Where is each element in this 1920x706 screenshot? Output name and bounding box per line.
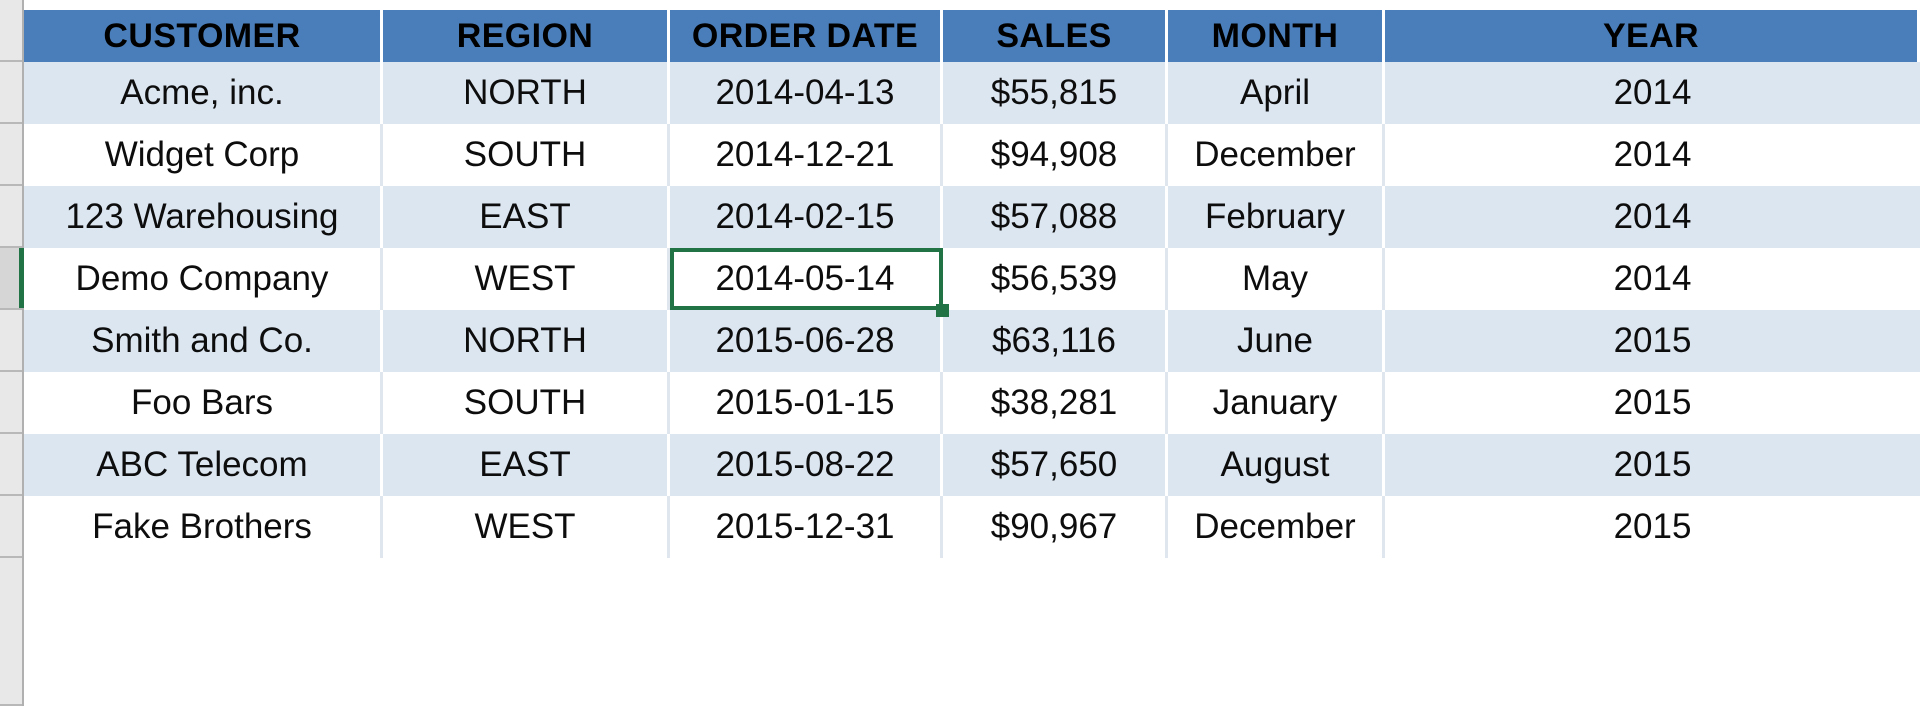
table-row[interactable]: Acme, inc. NORTH 2014-04-13 $55,815 April 201… bbox=[24, 62, 1920, 124]
cell-region[interactable]: WEST bbox=[383, 496, 670, 558]
cell-order_date[interactable]: 2014-04-13 bbox=[670, 62, 943, 124]
cell-sales[interactable]: $57,650 bbox=[943, 434, 1168, 496]
table-row[interactable]: 123 Warehousing EAST 2014-02-15 $57,088 Febr… bbox=[24, 186, 1920, 248]
table-header-row: CUSTOMER REGION ORDER DATE SALES MONTH YEAR bbox=[24, 10, 1920, 62]
cell-order_date[interactable]: 2014-05-14 bbox=[670, 248, 943, 310]
cell-year[interactable]: 2015 bbox=[1385, 310, 1920, 372]
cell-region[interactable]: NORTH bbox=[383, 310, 670, 372]
cell-region[interactable]: EAST bbox=[383, 186, 670, 248]
column-header-sales[interactable]: SALES bbox=[943, 10, 1168, 62]
cell-month[interactable]: December bbox=[1168, 124, 1385, 186]
row-header-4[interactable] bbox=[0, 248, 24, 310]
cell-sales[interactable]: $57,088 bbox=[943, 186, 1168, 248]
cell-customer[interactable]: Demo Company bbox=[24, 248, 383, 310]
cell-month[interactable]: April bbox=[1168, 62, 1385, 124]
cell-order_date[interactable]: 2015-01-15 bbox=[670, 372, 943, 434]
cell-customer[interactable]: ABC Telecom bbox=[24, 434, 383, 496]
cell-sales[interactable]: $94,908 bbox=[943, 124, 1168, 186]
cell-year[interactable]: 2014 bbox=[1385, 186, 1920, 248]
cell-sales[interactable]: $55,815 bbox=[943, 62, 1168, 124]
cell-order_date[interactable]: 2015-08-22 bbox=[670, 434, 943, 496]
table-row[interactable]: Demo Company WEST 2014-05-14 $56,539 May 2014 bbox=[24, 248, 1920, 310]
table-row[interactable]: Fake Brothers WEST 2015-12-31 $90,967 Decemb… bbox=[24, 496, 1920, 558]
row-header-5[interactable] bbox=[0, 310, 22, 372]
sheet-data-area[interactable]: CUSTOMER REGION ORDER DATE SALES MONTH YEAR Ac… bbox=[24, 0, 1920, 706]
table-row[interactable]: Widget Corp SOUTH 2014-12-21 $94,908 Decembe… bbox=[24, 124, 1920, 186]
cell-year[interactable]: 2015 bbox=[1385, 496, 1920, 558]
cell-order_date[interactable]: 2015-12-31 bbox=[670, 496, 943, 558]
spreadsheet-grid[interactable]: CUSTOMER REGION ORDER DATE SALES MONTH YEAR Ac… bbox=[0, 0, 1920, 706]
column-header-customer[interactable]: CUSTOMER bbox=[24, 10, 383, 62]
cell-region[interactable]: EAST bbox=[383, 434, 670, 496]
cell-month[interactable]: February bbox=[1168, 186, 1385, 248]
column-header-order_date[interactable]: ORDER DATE bbox=[670, 10, 943, 62]
cell-region[interactable]: NORTH bbox=[383, 62, 670, 124]
table-row[interactable]: ABC Telecom EAST 2015-08-22 $57,650 August 20… bbox=[24, 434, 1920, 496]
cell-year[interactable]: 2014 bbox=[1385, 124, 1920, 186]
column-header-region[interactable]: REGION bbox=[383, 10, 670, 62]
column-header-year[interactable]: YEAR bbox=[1385, 10, 1920, 62]
cell-sales[interactable]: $38,281 bbox=[943, 372, 1168, 434]
cell-region[interactable]: SOUTH bbox=[383, 372, 670, 434]
row-header-7[interactable] bbox=[0, 434, 22, 496]
cell-year[interactable]: 2015 bbox=[1385, 372, 1920, 434]
cell-order_date[interactable]: 2014-02-15 bbox=[670, 186, 943, 248]
cell-customer[interactable]: Foo Bars bbox=[24, 372, 383, 434]
row-header-6[interactable] bbox=[0, 372, 22, 434]
cell-customer[interactable]: Acme, inc. bbox=[24, 62, 383, 124]
row-header-1[interactable] bbox=[0, 62, 22, 124]
cell-customer[interactable]: Fake Brothers bbox=[24, 496, 383, 558]
row-header-headerrow[interactable] bbox=[0, 0, 22, 62]
cell-sales[interactable]: $56,539 bbox=[943, 248, 1168, 310]
cell-month[interactable]: December bbox=[1168, 496, 1385, 558]
cell-month[interactable]: June bbox=[1168, 310, 1385, 372]
cell-sales[interactable]: $90,967 bbox=[943, 496, 1168, 558]
cell-order_date[interactable]: 2014-12-21 bbox=[670, 124, 943, 186]
row-header-3[interactable] bbox=[0, 186, 22, 248]
cell-customer[interactable]: Widget Corp bbox=[24, 124, 383, 186]
table-row[interactable]: Foo Bars SOUTH 2015-01-15 $38,281 January 201… bbox=[24, 372, 1920, 434]
table-row[interactable]: Smith and Co. NORTH 2015-06-28 $63,116 June 2… bbox=[24, 310, 1920, 372]
row-header-8[interactable] bbox=[0, 496, 22, 558]
column-header-month[interactable]: MONTH bbox=[1168, 10, 1385, 62]
empty-sheet-area[interactable] bbox=[24, 558, 1920, 706]
cell-year[interactable]: 2014 bbox=[1385, 62, 1920, 124]
cell-month[interactable]: May bbox=[1168, 248, 1385, 310]
row-header-gutter[interactable] bbox=[0, 0, 24, 706]
cell-order_date[interactable]: 2015-06-28 bbox=[670, 310, 943, 372]
cell-region[interactable]: WEST bbox=[383, 248, 670, 310]
cell-month[interactable]: August bbox=[1168, 434, 1385, 496]
cell-customer[interactable]: 123 Warehousing bbox=[24, 186, 383, 248]
cell-sales[interactable]: $63,116 bbox=[943, 310, 1168, 372]
cell-month[interactable]: January bbox=[1168, 372, 1385, 434]
row-header-2[interactable] bbox=[0, 124, 22, 186]
cell-year[interactable]: 2015 bbox=[1385, 434, 1920, 496]
cell-customer[interactable]: Smith and Co. bbox=[24, 310, 383, 372]
fill-handle[interactable] bbox=[936, 304, 949, 317]
row-header-empty[interactable] bbox=[0, 558, 22, 706]
cell-year[interactable]: 2014 bbox=[1385, 248, 1920, 310]
cell-region[interactable]: SOUTH bbox=[383, 124, 670, 186]
